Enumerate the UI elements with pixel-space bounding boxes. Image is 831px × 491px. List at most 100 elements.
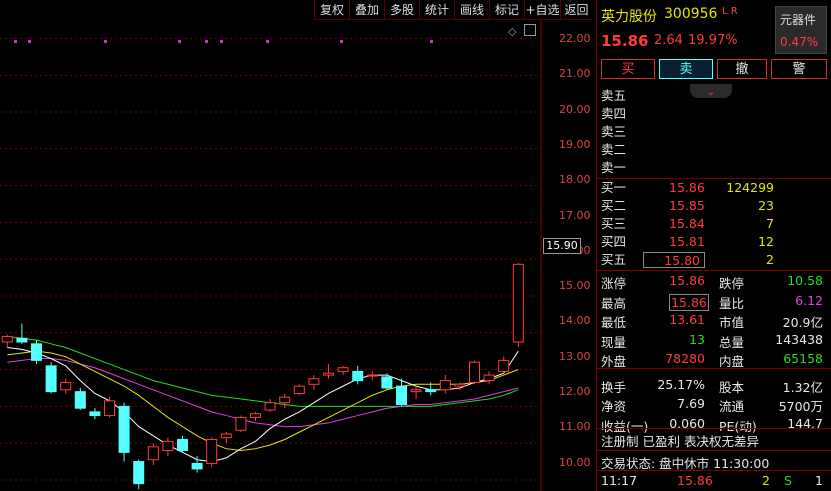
buy-level-row[interactable]: 买二 15.85 23 [597, 197, 831, 215]
event-marker [14, 40, 17, 43]
candle-body [45, 365, 57, 393]
stat-value-dieting: 10.58 [787, 273, 823, 288]
sector-pct: 0.47% [780, 35, 819, 49]
stat-label-zongliang: 总量 [719, 334, 745, 350]
event-marker [104, 40, 107, 43]
candle-body [147, 446, 159, 461]
tick-count: 1 [815, 473, 823, 488]
sell-level-label: 卖二 [601, 142, 627, 157]
buy-level-volume: 23 [758, 198, 774, 213]
stat-value-guben: 1.32亿 [782, 379, 823, 395]
candle-body [206, 438, 218, 464]
event-marker [205, 40, 208, 43]
sell-button[interactable]: 卖 [659, 59, 713, 79]
y-tick-label: 10.00 [559, 455, 591, 469]
candle-body [410, 389, 422, 393]
candle-body [323, 372, 334, 376]
candle-body [498, 359, 510, 372]
stat-value-zhangting: 15.86 [669, 273, 705, 288]
buy-level-row[interactable]: 买五 15.80 2 [597, 251, 831, 269]
buy-level-label: 买五 [601, 252, 627, 267]
cancel-order-button[interactable]: 撤 [717, 59, 767, 79]
stat-value-huanshou: 25.17% [657, 376, 705, 392]
candle-body [337, 367, 349, 372]
buy-level-label: 买二 [601, 198, 627, 213]
toolbar-button[interactable]: 复权 [314, 0, 349, 20]
chart-gridlines [0, 37, 541, 481]
stat-label-low: 最低 [601, 315, 627, 330]
tick-price: 15.86 [677, 473, 713, 488]
candle-body [104, 400, 115, 417]
stock-code: 300956 [664, 6, 718, 22]
stat-label-high: 最高 [601, 295, 627, 311]
stat-label-huanshou: 换手 [601, 379, 627, 395]
buy-level-row[interactable]: 买四 15.81 12 [597, 233, 831, 251]
stat-value-waipan: 78280 [665, 351, 705, 366]
stat-value-xianliang: 13 [689, 331, 705, 347]
candle-body [308, 378, 320, 385]
y-tick-label: 17.00 [559, 208, 591, 222]
event-marker [430, 40, 433, 43]
candle-body [31, 343, 42, 361]
candle-body [366, 374, 378, 377]
toolbar-button[interactable]: 多股 [384, 0, 419, 20]
stat-value-zongliang: 143438 [775, 331, 823, 347]
toolbar-button[interactable]: 画线 [454, 0, 489, 20]
candle-body [425, 389, 437, 393]
diamond-icon[interactable]: ◇ [508, 25, 516, 38]
toolbar-button[interactable]: 统计 [419, 0, 454, 20]
stat-value-shizhi: 20.9亿 [782, 315, 823, 330]
buy-level-label: 买三 [601, 216, 627, 231]
toolbar-button[interactable]: +自选 [524, 0, 560, 20]
stat-value-low: 13.61 [669, 312, 705, 327]
sell-level-label: 卖三 [601, 124, 627, 139]
toolbar-button[interactable]: 返回 [560, 0, 592, 20]
stat-label-guben: 股本 [719, 379, 745, 395]
buy-level-volume: 2 [766, 252, 774, 267]
buy-level-price: 15.80 [643, 252, 705, 268]
event-marker [340, 40, 343, 43]
price-change-pct: 19.97% [688, 33, 738, 48]
toolbar-button[interactable]: 标记 [489, 0, 524, 20]
buy-level-price: 15.81 [669, 234, 705, 249]
y-tick-label: 18.00 [559, 173, 591, 187]
current-price-marker: 15.90 [543, 238, 581, 254]
candle-body [162, 440, 174, 452]
candle-body [352, 370, 364, 382]
sell-level-label: 卖五 [601, 88, 627, 103]
candlestick-chart[interactable] [0, 0, 596, 491]
buy-level-row[interactable]: 买三 15.84 7 [597, 215, 831, 233]
event-marker [266, 40, 269, 43]
candle-body [191, 462, 203, 470]
candle-body [1, 335, 13, 343]
toolbar-button[interactable]: 叠加 [349, 0, 384, 20]
buy-level-row[interactable]: 买一 15.86 124299 [597, 179, 831, 197]
candle-body [469, 361, 480, 383]
y-tick-label: 19.00 [559, 137, 591, 151]
y-tick-label: 12.00 [559, 385, 591, 398]
expand-icon[interactable] [524, 24, 536, 36]
event-marker [178, 40, 181, 43]
candle-body [16, 337, 28, 343]
quote-panel: 英力股份 300956 L R 元器件 0.47% 15.86 2.64 19.… [596, 0, 831, 491]
sell-level-label: 卖一 [601, 160, 627, 175]
info-line: 注册制 已盈利 表决权无差异 [601, 434, 759, 449]
stat-label-liutong: 流通 [719, 399, 745, 414]
buy-level-label: 买一 [601, 180, 627, 195]
candle-body [381, 376, 393, 389]
buy-level-price: 15.85 [669, 198, 705, 213]
sector-box[interactable]: 元器件 0.47% [775, 6, 827, 54]
candle-body [60, 381, 72, 391]
candles [1, 262, 524, 490]
buy-level-volume: 7 [766, 216, 774, 231]
candle-body [396, 385, 407, 406]
stat-value-high: 15.86 [669, 293, 709, 311]
alert-button[interactable]: 警 [771, 59, 827, 79]
buy-button[interactable]: 买 [601, 59, 655, 79]
stat-label-liangbi: 量比 [719, 295, 745, 311]
buy-level-price: 15.86 [669, 180, 705, 195]
sector-name: 元器件 [780, 13, 817, 27]
candle-body [118, 405, 130, 453]
y-tick-label: 14.00 [559, 314, 591, 328]
y-tick-label: 21.00 [559, 67, 591, 81]
